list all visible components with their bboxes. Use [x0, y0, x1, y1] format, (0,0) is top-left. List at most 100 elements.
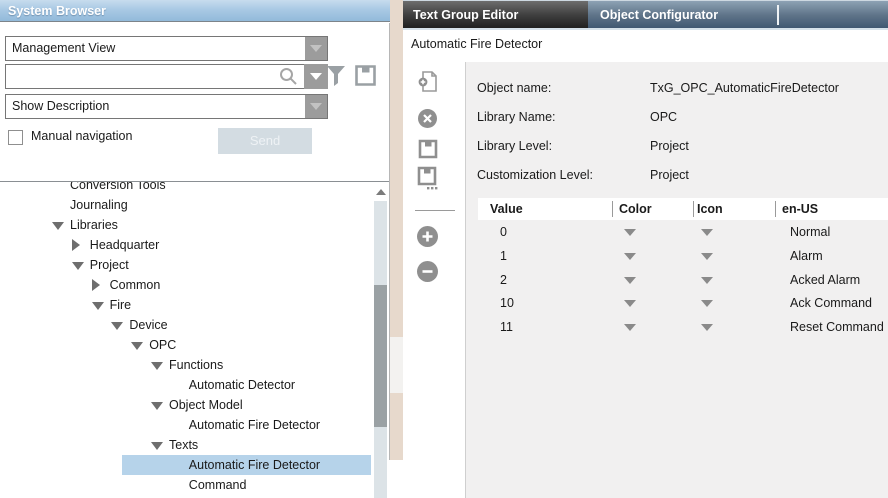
- tree-item-label: Common: [110, 275, 161, 295]
- tree-item-fire[interactable]: Fire: [0, 295, 371, 315]
- icon-dropdown-icon[interactable]: [701, 229, 713, 236]
- cell-enus-text: Ack Command: [790, 291, 872, 315]
- color-dropdown-icon[interactable]: [624, 324, 636, 331]
- form-field-label: Customization Level:: [477, 163, 593, 187]
- color-dropdown-icon[interactable]: [624, 300, 636, 307]
- chevron-down-icon: [310, 45, 322, 52]
- tree-item-functions[interactable]: Functions: [0, 355, 371, 375]
- expanded-arrow-icon[interactable]: [151, 402, 163, 410]
- expanded-arrow-icon[interactable]: [151, 442, 163, 450]
- tree-scrollbar[interactable]: [374, 201, 387, 498]
- expanded-arrow-icon[interactable]: [131, 342, 143, 350]
- search-icon: [278, 66, 298, 89]
- expanded-arrow-icon[interactable]: [151, 362, 163, 370]
- icon-dropdown-icon[interactable]: [701, 324, 713, 331]
- column-header-enus[interactable]: en-US: [782, 198, 818, 220]
- tree-item-label: Conversion Tools: [70, 182, 166, 195]
- expanded-arrow-icon[interactable]: [92, 302, 104, 310]
- scrollbar-up-icon[interactable]: [376, 189, 386, 195]
- text-group-table: 0Normal1Alarm2Acked Alarm10Ack Command11…: [403, 220, 888, 350]
- color-dropdown-icon[interactable]: [624, 229, 636, 236]
- cell-value: 0: [500, 220, 507, 244]
- expanded-arrow-icon[interactable]: [72, 262, 84, 270]
- splitter-grip[interactable]: [390, 337, 403, 393]
- table-row[interactable]: 11 Reset Command: [403, 315, 888, 339]
- form-row: Object name:TxG_OPC_AutomaticFireDetecto…: [403, 76, 888, 100]
- tree-item-label: Command: [189, 475, 247, 495]
- tab-bar-underline: [403, 28, 888, 30]
- table-row[interactable]: 2Acked Alarm: [403, 268, 888, 292]
- cell-enus-text: Alarm: [790, 244, 823, 268]
- column-header-value[interactable]: Value: [490, 198, 523, 220]
- tree-item-headquarter[interactable]: Headquarter: [0, 235, 371, 255]
- send-button[interactable]: Send: [218, 128, 312, 154]
- manual-navigation-checkbox[interactable]: [8, 130, 23, 145]
- tree-item-texts[interactable]: Texts: [0, 435, 371, 455]
- cell-enus-text: Normal: [790, 220, 830, 244]
- tab-label: Object Configurator: [600, 8, 718, 22]
- form-field-value: Project: [650, 163, 689, 187]
- tree-item-automatic-detector[interactable]: Automatic Detector: [0, 375, 371, 395]
- search-input[interactable]: [5, 64, 305, 89]
- panel-title: System Browser: [0, 0, 390, 22]
- tree-item-label: Object Model: [169, 395, 243, 415]
- toolbar-divider: [415, 210, 455, 211]
- view-selector-dropdown-button[interactable]: [305, 37, 327, 60]
- filter-icon[interactable]: [326, 65, 346, 91]
- tree-item-label: Headquarter: [90, 235, 160, 255]
- collapsed-arrow-icon[interactable]: [72, 239, 80, 251]
- expanded-arrow-icon[interactable]: [52, 222, 64, 230]
- table-row[interactable]: 1 Alarm: [403, 244, 888, 268]
- view-selector-value: Management View: [12, 37, 115, 60]
- tree-item-label: Automatic Fire Detector: [189, 455, 320, 475]
- save-filter-icon[interactable]: [354, 64, 377, 90]
- scrollbar-thumb[interactable]: [374, 285, 387, 427]
- table-row[interactable]: 10 Ack Command: [403, 291, 888, 315]
- tree-item-device[interactable]: Device: [0, 315, 371, 335]
- form-field-label: Library Level:: [477, 134, 552, 158]
- tree-item-label: Fire: [110, 295, 132, 315]
- tree-item-label: Project: [90, 255, 129, 275]
- description-selector-dropdown-button[interactable]: [305, 95, 327, 118]
- expanded-arrow-icon[interactable]: [111, 322, 123, 330]
- cell-value: 11: [500, 315, 513, 339]
- table-row[interactable]: 0 Normal: [403, 220, 888, 244]
- tree-item-label: Journaling: [70, 195, 128, 215]
- form-field-value: TxG_OPC_AutomaticFireDetector: [650, 76, 839, 100]
- editor-subtitle: Automatic Fire Detector: [411, 37, 542, 51]
- color-dropdown-icon[interactable]: [624, 277, 636, 284]
- tree-item-label: Automatic Detector: [189, 375, 295, 395]
- form-row: Library Level:Project: [403, 134, 888, 158]
- tree-item-label: Libraries: [70, 215, 118, 235]
- tree-item-common[interactable]: Common: [0, 275, 371, 295]
- icon-dropdown-icon[interactable]: [701, 253, 713, 260]
- collapsed-arrow-icon[interactable]: [92, 279, 100, 291]
- color-dropdown-icon[interactable]: [624, 253, 636, 260]
- panel-splitter[interactable]: [390, 0, 403, 460]
- search-dropdown-button[interactable]: [304, 64, 328, 89]
- form-field-label: Library Name:: [477, 105, 556, 129]
- column-header-color[interactable]: Color: [619, 198, 652, 220]
- tab-object-configurator[interactable]: Object Configurator: [588, 1, 777, 29]
- view-selector[interactable]: Management View: [5, 36, 328, 61]
- form-row: Customization Level: Project: [403, 163, 888, 187]
- tree-item-object-model[interactable]: Object Model: [0, 395, 371, 415]
- cell-value: 10: [500, 291, 514, 315]
- icon-dropdown-icon[interactable]: [701, 300, 713, 307]
- tree-item-command[interactable]: Command: [0, 475, 371, 495]
- tree-item-automatic-fire-detector[interactable]: Automatic Fire Detector: [0, 415, 371, 435]
- cell-enus-text: Reset Command: [790, 315, 884, 339]
- column-divider: [775, 201, 776, 217]
- cell-value: 1: [500, 244, 507, 268]
- tree-item-journaling[interactable]: Journaling: [0, 195, 371, 215]
- tree-item-automatic-fire-detector[interactable]: Automatic Fire Detector: [0, 455, 371, 475]
- column-header-icon[interactable]: Icon: [697, 198, 723, 220]
- icon-dropdown-icon[interactable]: [701, 277, 713, 284]
- tree-item-conversion-tools[interactable]: Conversion Tools: [0, 182, 371, 195]
- tree-item-opc[interactable]: OPC: [0, 335, 371, 355]
- tab-divider: [777, 5, 779, 25]
- tab-text-group-editor[interactable]: Text Group Editor: [403, 1, 588, 29]
- description-selector[interactable]: Show Description: [5, 94, 328, 119]
- tree-item-libraries[interactable]: Libraries: [0, 215, 371, 235]
- tree-item-project[interactable]: Project: [0, 255, 371, 275]
